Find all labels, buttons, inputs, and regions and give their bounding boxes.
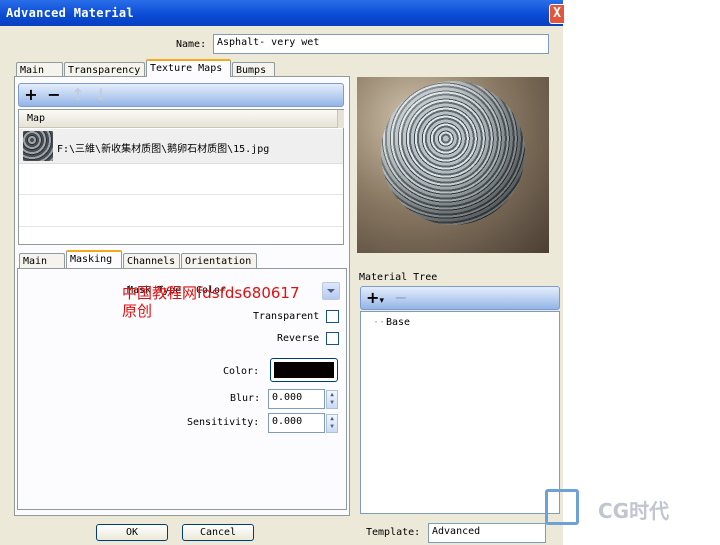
map-path: F:\三維\新收集材质图\鹅卵石材质图\15.jpg	[57, 144, 270, 155]
move-up-button[interactable]: ↑	[69, 86, 87, 104]
map-list[interactable]: Map F:\三維\新收集材质图\鹅卵石材质图\15.jpg	[18, 109, 344, 245]
spinner-arrows-icon: ▲ ▼	[330, 415, 334, 430]
name-label: Name:	[176, 39, 207, 50]
plus-icon: +	[24, 85, 38, 104]
subtab-masking[interactable]: Masking	[66, 250, 122, 268]
remove-map-button[interactable]: −	[45, 86, 63, 104]
blur-label: Blur:	[230, 393, 261, 404]
transparent-checkbox[interactable]	[326, 310, 339, 323]
arrow-down-icon: ↓	[94, 85, 108, 104]
material-tree-view[interactable]: ···· Base	[360, 311, 560, 514]
sensitivity-spinner[interactable]: ▲ ▼	[326, 414, 338, 433]
tab-transparency[interactable]: Transparency	[64, 62, 145, 77]
move-down-button[interactable]: ↓	[92, 86, 110, 104]
map-toolbar: + − ↑ ↓	[18, 83, 344, 107]
reverse-checkbox[interactable]	[326, 332, 339, 345]
material-tree-toolbar: +▾ −	[360, 286, 560, 310]
preview-sphere	[381, 81, 525, 225]
minus-icon: −	[47, 85, 61, 104]
name-input[interactable]: Asphalt- very wet	[213, 34, 549, 54]
advanced-material-dialog: Advanced Material X Name: Asphalt- very …	[0, 0, 564, 545]
sensitivity-label: Sensitivity:	[187, 417, 260, 428]
subtab-main[interactable]: Main	[19, 253, 65, 268]
blur-input[interactable]: 0.000	[268, 389, 325, 409]
spinner-arrows-icon: ▲ ▼	[330, 391, 334, 406]
tab-bumps[interactable]: Bumps	[232, 62, 275, 77]
list-item[interactable]: F:\三維\新收集材质图\鹅卵石材质图\15.jpg	[19, 129, 343, 164]
map-column-header[interactable]: Map	[19, 110, 337, 128]
color-label: Color:	[223, 366, 260, 377]
material-preview	[357, 77, 549, 253]
ok-button[interactable]: OK	[96, 524, 168, 541]
tab-texture-maps[interactable]: Texture Maps	[146, 59, 231, 77]
close-icon: X	[553, 6, 561, 21]
material-tree-label: Material Tree	[359, 272, 438, 283]
transparent-label: Transparent	[253, 311, 320, 322]
subtab-channels[interactable]: Channels	[123, 253, 180, 268]
add-layer-button[interactable]: +▾	[364, 289, 386, 307]
tab-main[interactable]: Main	[16, 62, 63, 77]
template-label: Template:	[366, 527, 421, 538]
template-dropdown[interactable]: Advanced	[428, 523, 546, 543]
color-swatch	[274, 362, 334, 378]
add-map-button[interactable]: +	[22, 86, 40, 104]
logo-text: CG时代	[598, 499, 670, 523]
title-bar[interactable]: Advanced Material	[0, 0, 563, 26]
minus-icon: −	[394, 288, 408, 307]
reverse-label: Reverse	[277, 333, 320, 344]
close-button[interactable]: X	[549, 4, 564, 24]
blur-spinner[interactable]: ▲ ▼	[326, 390, 338, 409]
texture-thumbnail	[23, 131, 53, 161]
tree-node-base[interactable]: Base	[386, 317, 410, 328]
remove-layer-button[interactable]: −	[392, 289, 410, 307]
sensitivity-input[interactable]: 0.000	[268, 413, 325, 433]
plus-dropdown-icon: +▾	[366, 288, 384, 307]
logo-mark	[545, 489, 579, 525]
arrow-up-icon: ↑	[71, 85, 85, 104]
cancel-button[interactable]: Cancel	[182, 524, 254, 541]
subtab-orientation[interactable]: Orientation	[181, 253, 257, 268]
color-swatch-button[interactable]	[270, 358, 338, 382]
window-title: Advanced Material	[6, 6, 134, 20]
